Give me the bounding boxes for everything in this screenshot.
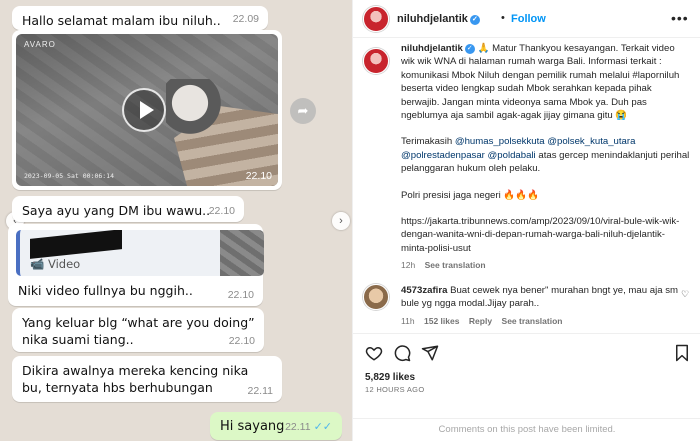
caption-text-1: 🙏 Matur Thankyou kesayangan. Terkait vid… xyxy=(401,43,680,122)
comment-username[interactable]: 4573zafira xyxy=(401,285,447,296)
comment-avatar[interactable] xyxy=(363,284,389,310)
play-icon[interactable] xyxy=(122,88,166,132)
post-caption: niluhdjelantik ✓ 🙏 Matur Thankyou kesayan… xyxy=(401,42,691,273)
message-time: 22.10 xyxy=(208,205,235,217)
message-time: 22.11 ✓✓ xyxy=(285,421,332,433)
chat-message: Hallo selamat malam ibu niluh.. 22.09 xyxy=(12,6,268,30)
double-check-icon: ✓✓ xyxy=(313,421,332,433)
comment-like-icon[interactable]: ♡ xyxy=(681,289,689,300)
chat-screenshot: Hallo selamat malam ibu niluh.. 22.09 AV… xyxy=(0,0,352,441)
video-brand: AVARO xyxy=(24,40,56,49)
posted-ago: 12 HOURS AGO xyxy=(365,385,425,394)
verified-icon: ✓ xyxy=(469,15,480,25)
separator-dot: • xyxy=(501,12,505,24)
likes-count[interactable]: 5,829 likes xyxy=(365,372,415,383)
quoted-video-label: 📹 Video xyxy=(30,257,81,271)
comment-likes[interactable]: 152 likes xyxy=(424,316,459,326)
verified-icon: ✓ xyxy=(464,44,475,54)
message-time: 22.09 xyxy=(232,13,259,25)
message-text: Dikira awalnya mereka kencing nika bu, t… xyxy=(22,363,249,395)
message-text: Saya ayu yang DM ibu wawu.. xyxy=(22,203,211,218)
reply-button[interactable]: Reply xyxy=(469,316,492,326)
post-panel: niluhdjelantik ✓ • Follow ••• niluhdjelan… xyxy=(352,0,700,441)
message-text: Yang keluar blg “what are you doing” nik… xyxy=(22,315,255,347)
chat-message-with-quote: 📹 Video Niki video fullnya bu nggih.. 22… xyxy=(8,224,264,306)
comment-age: 11h xyxy=(401,315,415,326)
caption-avatar[interactable] xyxy=(363,48,389,74)
more-options-icon[interactable]: ••• xyxy=(671,10,689,26)
video-message[interactable]: AVARO 2023-09-05 Sat 00:06:14 22.10 xyxy=(12,30,282,190)
heart-icon[interactable] xyxy=(365,344,383,362)
chat-message: Dikira awalnya mereka kencing nika bu, t… xyxy=(12,356,282,402)
message-time: 22.10 xyxy=(227,289,254,301)
carousel-next-icon[interactable]: › xyxy=(332,212,350,230)
caption-text-3: Polri presisi jaga negeri 🔥🔥🔥 xyxy=(401,189,540,201)
chat-message: Saya ayu yang DM ibu wawu.. 22.10 xyxy=(12,196,244,222)
message-text: Hallo selamat malam ibu niluh.. xyxy=(22,13,221,28)
comment-meta: 11h 152 likes Reply See translation xyxy=(401,315,681,328)
share-icon[interactable] xyxy=(421,344,439,362)
post-username[interactable]: niluhdjelantik ✓ xyxy=(397,13,480,25)
message-time: 22.10 xyxy=(228,335,255,347)
chat-message: Yang keluar blg “what are you doing” nik… xyxy=(12,308,264,352)
comment-icon[interactable] xyxy=(393,344,411,362)
message-text: Hi sayang xyxy=(220,419,285,434)
post-actions: 5,829 likes 12 HOURS AGO Comments on thi… xyxy=(353,333,700,438)
chat-message-outgoing: Hi sayang 22.11 ✓✓ xyxy=(210,412,342,440)
comment-see-translation-button[interactable]: See translation xyxy=(502,316,563,326)
comments-limited-notice: Comments on this post have been limited. xyxy=(353,418,700,439)
follow-button[interactable]: Follow xyxy=(511,13,546,25)
bookmark-icon[interactable] xyxy=(673,344,691,362)
caption-thanks: Terimakasih xyxy=(401,136,455,148)
quoted-video-thumbnail xyxy=(220,230,264,276)
quoted-video[interactable]: 📹 Video xyxy=(16,230,264,276)
message-time: 22.10 xyxy=(245,170,272,182)
message-time: 22.11 xyxy=(247,385,274,397)
message-text: Niki video fullnya bu nggih.. xyxy=(18,283,193,298)
see-translation-button[interactable]: See translation xyxy=(425,260,486,270)
redaction-bar xyxy=(30,230,122,259)
caption-meta: 12h See translation xyxy=(401,259,691,272)
caption-link[interactable]: https://jakarta.tribunnews.com/amp/2023/… xyxy=(401,215,691,255)
video-timestamp: 2023-09-05 Sat 00:06:14 xyxy=(24,172,115,180)
avatar[interactable] xyxy=(363,6,389,32)
caption-username[interactable]: niluhdjelantik xyxy=(401,43,463,54)
caption-age: 12h xyxy=(401,260,416,271)
post-header: niluhdjelantik ✓ • Follow ••• xyxy=(353,0,700,38)
comment: 4573zafira Buat cewek nya bener" murahan… xyxy=(401,284,681,328)
forward-icon[interactable]: ➦ xyxy=(290,98,316,124)
